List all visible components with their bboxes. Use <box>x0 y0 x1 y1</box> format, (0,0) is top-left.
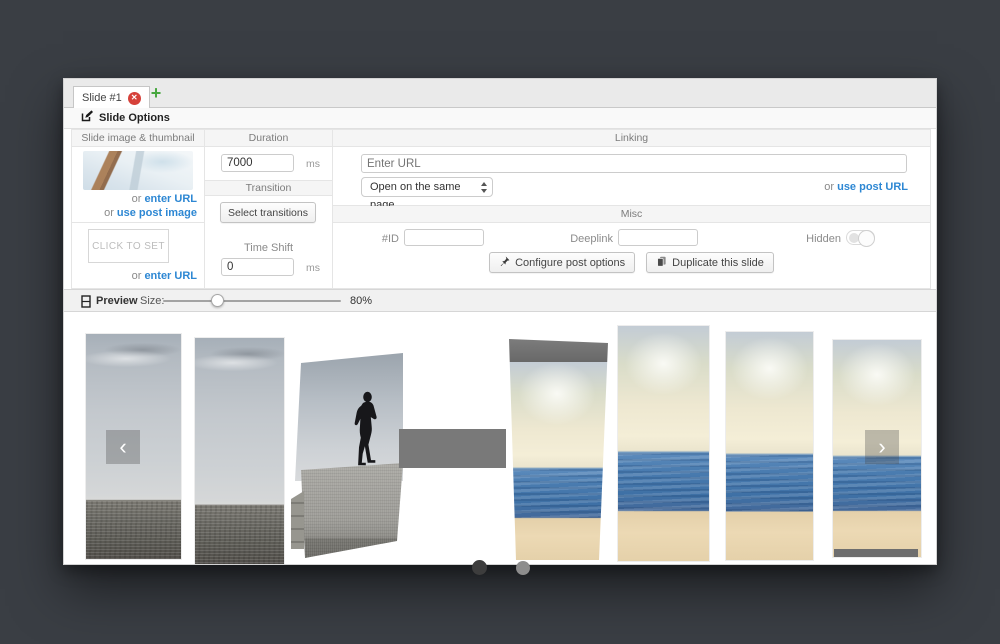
select-transitions-button[interactable]: Select transitions <box>220 202 316 223</box>
filmstrip-icon <box>81 295 91 313</box>
duration-input[interactable] <box>221 154 294 172</box>
click-to-set-box[interactable]: CLICK TO SET <box>88 229 169 263</box>
use-post-url-line: or use post URL <box>824 181 908 193</box>
preview-strip-3-man-on-podium <box>291 351 403 558</box>
column-divider <box>72 222 204 223</box>
strip-4-image <box>506 362 608 560</box>
image-column-header: Slide image & thumbnail <box>72 130 204 147</box>
prev-slide-arrow[interactable]: ‹ <box>106 430 140 464</box>
duplicate-slide-button[interactable]: Duplicate this slide <box>646 252 774 273</box>
or-text: or <box>104 207 114 219</box>
deeplink-label: Deeplink <box>553 233 613 245</box>
id-label: #ID <box>363 233 399 245</box>
misc-header: Misc <box>333 206 930 223</box>
preview-strip-2 <box>195 338 284 564</box>
podium-steps <box>291 491 304 549</box>
enter-url-line-1: or enter URL <box>132 193 197 205</box>
use-post-image-link[interactable]: use post image <box>117 207 197 219</box>
or-text: or <box>132 270 142 282</box>
misc-buttons-row: Configure post options Duplicate this sl… <box>333 252 930 273</box>
strip-4-top-face <box>506 339 608 362</box>
slide-options-title: Slide Options <box>99 112 170 124</box>
slide-editor-panel: Slide #1 ✕ + Slide Options Slide image &… <box>63 78 937 565</box>
use-post-url-link[interactable]: use post URL <box>837 181 908 193</box>
enter-url-line-2: or enter URL <box>132 270 197 282</box>
link-target-select[interactable]: Open on the same page <box>361 177 493 197</box>
preview-label: Preview <box>96 295 138 307</box>
tab-slide-1-label: Slide #1 <box>82 92 122 104</box>
slide-options-grid: Slide image & thumbnail or enter URL or … <box>71 129 931 289</box>
image-column: Slide image & thumbnail or enter URL or … <box>71 129 205 289</box>
slider-preview-canvas: ‹ › <box>64 312 936 564</box>
pagination-dot-active[interactable] <box>472 560 487 575</box>
hidden-label: Hidden <box>795 233 841 245</box>
or-text: or <box>824 181 834 193</box>
duration-column: Duration ms Transition Select transition… <box>205 129 333 289</box>
duplicate-slide-label: Duplicate this slide <box>672 257 764 269</box>
id-input[interactable] <box>404 229 484 246</box>
concrete-podium <box>293 463 403 558</box>
enter-url-link-2[interactable]: enter URL <box>144 270 197 282</box>
slide-options-header: Slide Options <box>64 108 936 129</box>
configure-post-options-button[interactable]: Configure post options <box>489 252 635 273</box>
select-stepper-icon <box>480 181 488 194</box>
time-shift-unit: ms <box>306 262 320 274</box>
caption-placeholder-box <box>399 429 506 468</box>
configure-post-options-label: Configure post options <box>515 257 625 269</box>
linking-header: Linking <box>333 130 930 147</box>
pushpin-icon <box>499 256 510 270</box>
deeplink-input[interactable] <box>618 229 698 246</box>
preview-strip-5 <box>618 326 709 561</box>
misc-section: Misc #ID Deeplink Hidden Configure post … <box>333 206 931 289</box>
time-shift-input[interactable] <box>221 258 294 276</box>
businessman-figure <box>349 391 382 471</box>
strip-3-sky <box>291 351 403 481</box>
preview-size-value: 80% <box>350 295 372 307</box>
duration-header: Duration <box>205 130 332 147</box>
transition-header: Transition <box>205 180 332 196</box>
tab-slide-1[interactable]: Slide #1 ✕ <box>73 86 150 109</box>
copy-icon <box>656 256 667 270</box>
slide-thumbnail-image[interactable] <box>83 151 193 190</box>
preview-bar: Preview Size: 80% <box>64 289 936 312</box>
slide-tab-bar: Slide #1 ✕ + <box>64 79 936 108</box>
next-slide-arrow[interactable]: › <box>865 430 899 464</box>
preview-strip-6 <box>726 332 813 560</box>
preview-size-slider-handle[interactable] <box>211 294 224 307</box>
preview-size-slider-track[interactable] <box>163 300 341 302</box>
edit-icon <box>81 109 93 127</box>
pagination-dot[interactable] <box>516 561 530 575</box>
or-text: or <box>132 193 142 205</box>
close-slide-icon[interactable]: ✕ <box>128 92 141 105</box>
linking-section: Linking Open on the same page or use pos… <box>333 129 931 206</box>
enter-url-link-1[interactable]: enter URL <box>144 193 197 205</box>
preview-strip-4-rotating <box>506 339 608 560</box>
use-post-image-line: or use post image <box>104 207 197 219</box>
time-shift-label: Time Shift <box>205 242 332 254</box>
slide-url-input[interactable] <box>361 154 907 173</box>
hidden-toggle[interactable] <box>846 230 875 245</box>
duration-unit: ms <box>306 158 320 170</box>
preview-size-label: Size: <box>140 295 164 307</box>
add-slide-button[interactable]: + <box>147 84 165 103</box>
screenshot-stage: Slide #1 ✕ + Slide Options Slide image &… <box>0 0 1000 644</box>
